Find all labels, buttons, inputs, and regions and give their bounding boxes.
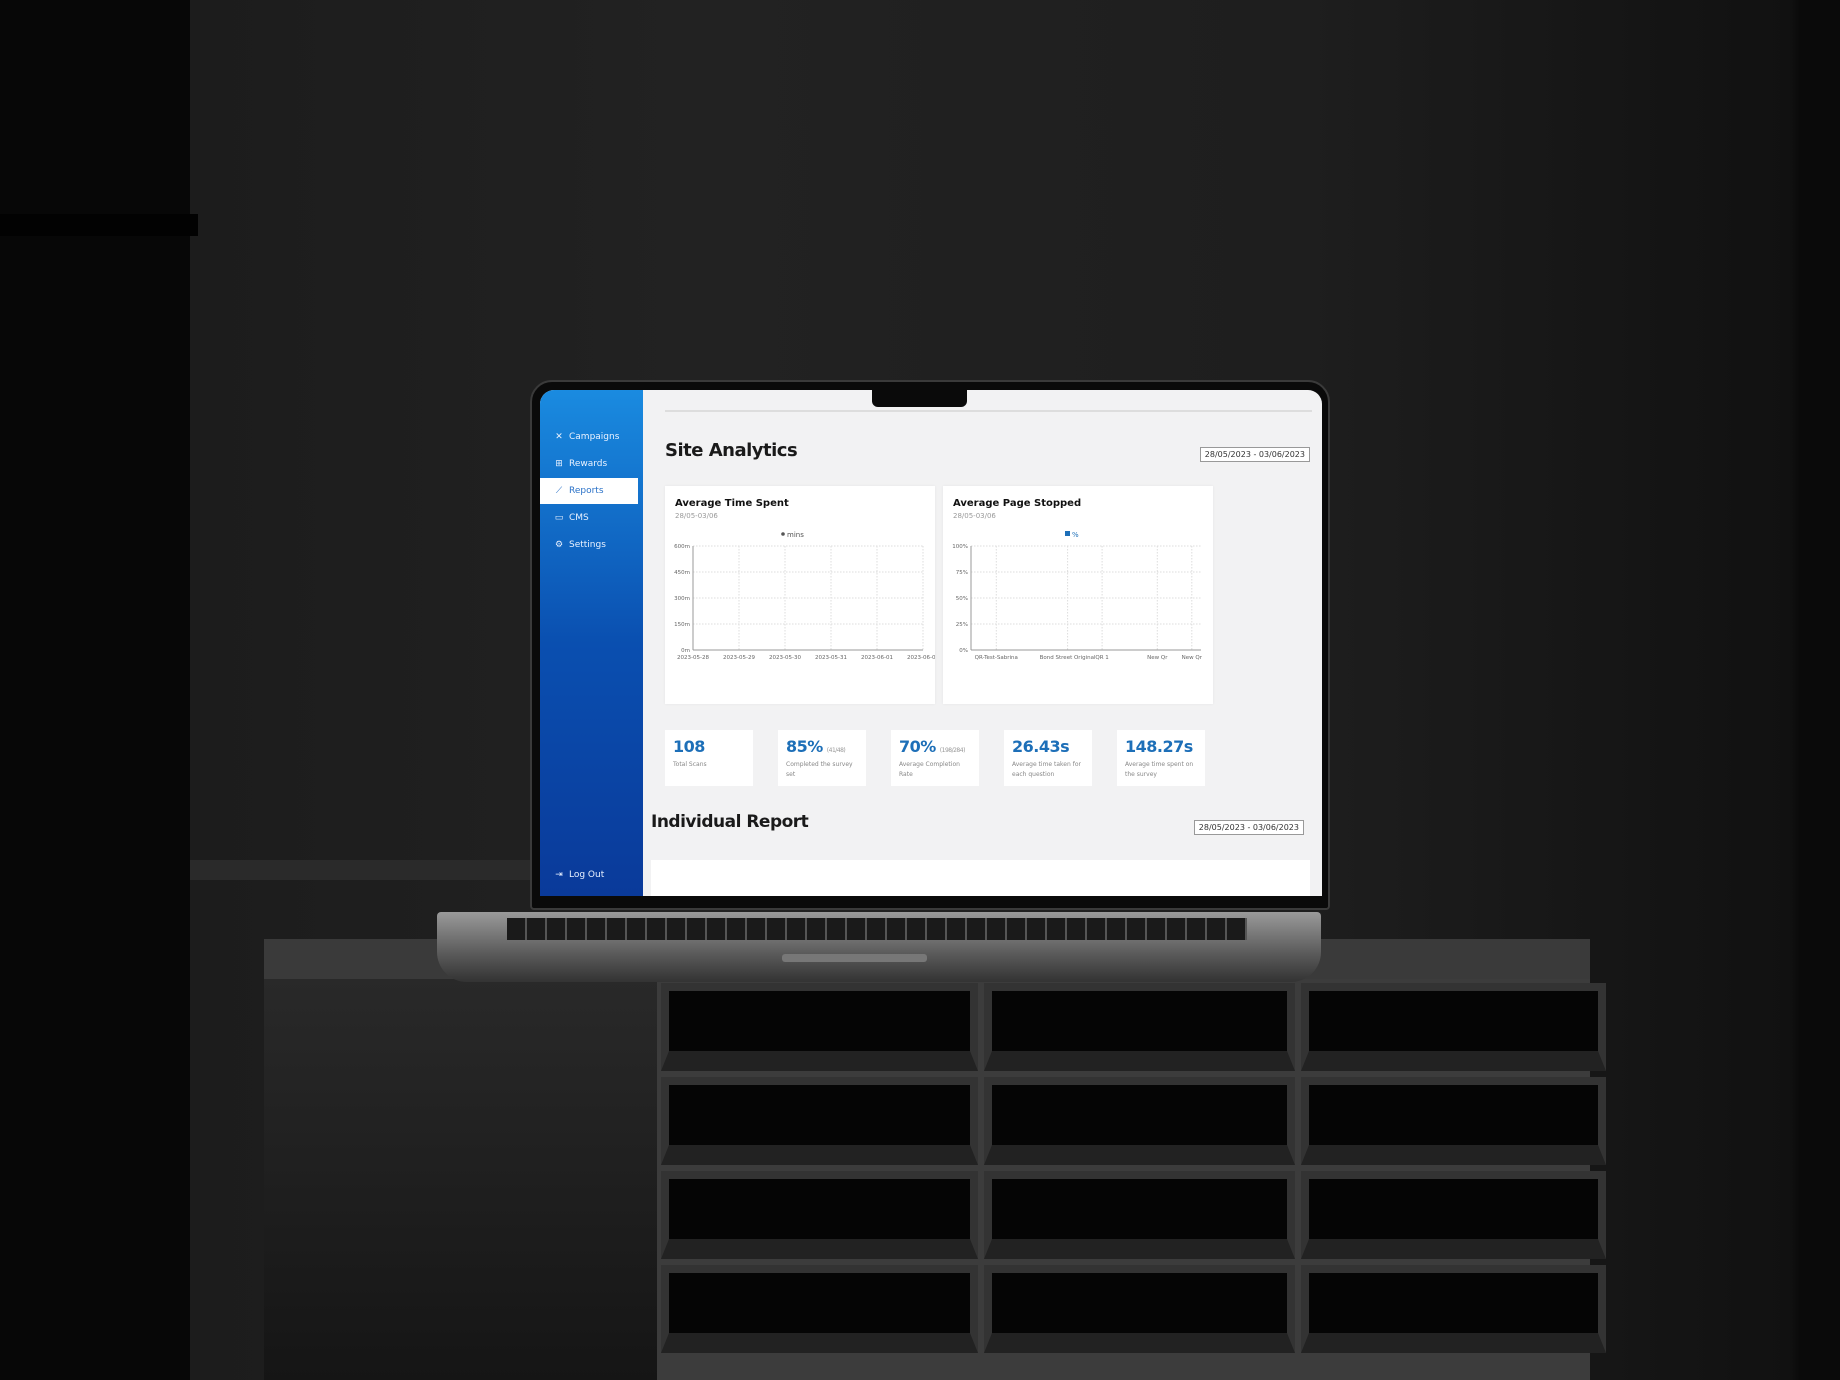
legend-marker <box>781 532 785 536</box>
stat-label: Average Completion Rate <box>899 761 960 778</box>
divider <box>665 410 1312 412</box>
logout-button[interactable]: ⇥ Log Out <box>540 862 643 888</box>
x-tick-label: 2023-05-31 <box>815 655 847 661</box>
legend-label: % <box>1072 531 1079 539</box>
stat-label: Completed the survey set <box>786 761 853 778</box>
stat-sub: (198/284) <box>939 747 966 754</box>
stat-label: Total Scans <box>673 761 707 768</box>
sidebar-item-settings[interactable]: ⚙ Settings <box>540 532 643 558</box>
section-title: Individual Report <box>651 812 809 832</box>
stat-card: 70% (198/284) Average Completion Rate <box>891 730 979 786</box>
average-time-spent-card: Average Time Spent 28/05-03/06 mins 0m 150… <box>665 486 935 704</box>
y-tick-label: 450m <box>674 570 690 576</box>
y-tick-label: 0m <box>681 648 690 654</box>
line-chart: mins 0m 150m 300m 450m 600m 2023-05-28 2023-05-… <box>674 531 935 661</box>
laptop-base <box>437 912 1321 982</box>
y-tick-label: 150m <box>674 622 690 628</box>
logout-icon: ⇥ <box>555 870 563 880</box>
y-tick-label: 100% <box>952 544 968 550</box>
stat-card: 108 Total Scans <box>665 730 753 786</box>
x-tick-label: 2023-05-29 <box>723 655 755 661</box>
date-range-picker[interactable]: 28/05/2023 - 03/06/2023 <box>1199 447 1310 462</box>
campaigns-icon: ✕ <box>555 432 563 442</box>
cabinet <box>264 939 1606 1380</box>
stat-value: 85% (41/48) <box>786 737 846 756</box>
page-title: Site Analytics <box>665 440 798 461</box>
chart-icon: ⟋ <box>555 486 563 496</box>
legend-marker <box>1065 531 1070 536</box>
gift-icon: ⊞ <box>555 459 563 469</box>
stat-value: 108 <box>673 737 705 756</box>
legend-label: mins <box>787 531 804 539</box>
main-content: Site Analytics 28/05/2023 - 03/06/2023 A… <box>643 390 1322 896</box>
sidebar-item-campaigns[interactable]: ✕ Campaigns <box>540 424 643 450</box>
sidebar-item-rewards[interactable]: ⊞ Rewards <box>540 451 643 477</box>
ledge <box>190 860 530 880</box>
dark-pillar <box>0 0 198 1380</box>
individual-report-table <box>651 860 1310 896</box>
stat-value: 148.27s <box>1125 737 1193 756</box>
x-tick-label: 2023-06-01 <box>861 655 893 661</box>
y-tick-label: 25% <box>956 622 968 628</box>
message-icon: ▭ <box>554 513 564 523</box>
stat-card: 26.43s Average time taken for each questi… <box>1004 730 1092 786</box>
keyboard <box>507 918 1247 940</box>
stat-value: 70% (198/284) <box>899 737 965 756</box>
x-tick-label: Bond Street Original <box>1040 655 1096 661</box>
laptop-screen: ✕ Campaigns ⊞ Rewards ⟋ Reports ▭ CMS ⚙ Setti… <box>540 390 1322 896</box>
individual-date-range-picker[interactable]: 28/05/2023 - 03/06/2023 <box>1193 820 1304 835</box>
sidebar-item-reports[interactable]: ⟋ Reports <box>540 478 638 504</box>
stat-label: Average time taken for each question <box>1012 761 1081 778</box>
x-tick-label: 2023-06-02 <box>907 655 935 661</box>
x-tick-label: 2023-05-28 <box>677 655 709 661</box>
x-tick-label: New Qr <box>1147 655 1168 661</box>
trackpad-edge <box>782 954 927 962</box>
average-page-stopped-card: Average Page Stopped 28/05-03/06 % 0% 25% 5… <box>943 486 1213 704</box>
y-tick-label: 600m <box>674 544 690 550</box>
gear-icon: ⚙ <box>554 540 564 550</box>
x-tick-label: QR 1 <box>1095 655 1108 661</box>
stat-card: 148.27s Average time spent on the survey <box>1117 730 1205 786</box>
bar-chart: % 0% 25% 50% 75% 100% QR-Test-Sabrina Bond Stre… <box>952 531 1203 661</box>
y-tick-label: 300m <box>674 596 690 602</box>
y-tick-label: 0% <box>959 648 968 654</box>
y-tick-label: 50% <box>956 596 968 602</box>
stat-sub: (41/48) <box>826 747 846 754</box>
stat-label: Average time spent on the survey <box>1125 761 1194 778</box>
sidebar: ✕ Campaigns ⊞ Rewards ⟋ Reports ▭ CMS ⚙ Setti… <box>540 390 643 896</box>
x-tick-label: 2023-05-30 <box>769 655 801 661</box>
x-tick-label: New Qr <box>1182 655 1203 661</box>
sidebar-item-cms[interactable]: ▭ CMS <box>540 505 643 531</box>
y-tick-label: 75% <box>956 570 968 576</box>
stat-card: 85% (41/48) Completed the survey set <box>778 730 866 786</box>
stat-value: 26.43s <box>1012 737 1070 756</box>
x-tick-label: QR-Test-Sabrina <box>975 655 1018 661</box>
